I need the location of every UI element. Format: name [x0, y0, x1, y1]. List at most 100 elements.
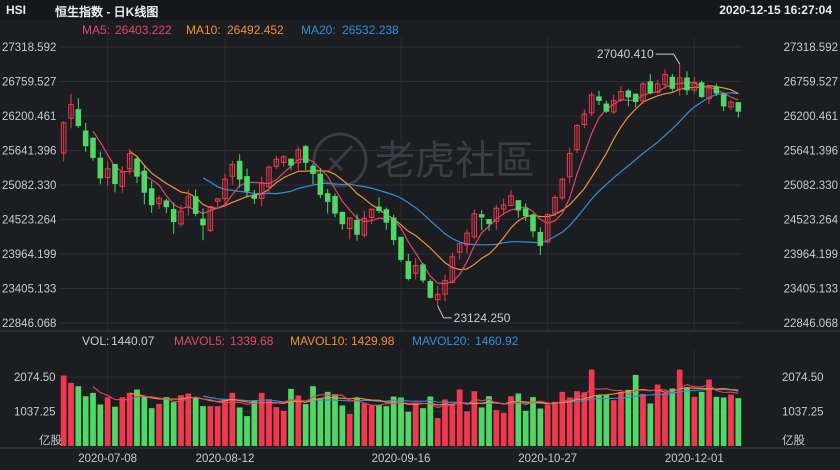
- candle-down: [376, 206, 382, 211]
- volume-bar: [185, 393, 192, 446]
- price-tick-left: 26200.461: [2, 111, 56, 123]
- candle-down: [251, 194, 258, 199]
- volume-bar: [192, 397, 199, 446]
- volume-tick-left: 2074.50: [14, 372, 56, 384]
- volume-bar: [500, 412, 507, 446]
- volume-bar: [596, 395, 602, 446]
- candle-down: [317, 173, 324, 195]
- volume-tick-right: 2074.50: [782, 372, 824, 384]
- candle-down: [354, 219, 360, 235]
- volume-bar: [544, 404, 551, 446]
- volume-bar: [647, 403, 654, 446]
- date-tick: 2020-09-16: [372, 453, 431, 465]
- price-tick-left: 22846.068: [2, 318, 56, 330]
- price-tick-right: 25082.330: [784, 180, 838, 192]
- price-tick-left: 24523.264: [2, 215, 57, 227]
- candle-down: [82, 130, 89, 147]
- vol-value: 1440.07: [111, 334, 155, 348]
- volume-bar: [266, 399, 272, 446]
- volume-bar: [698, 391, 705, 446]
- mavol10-label: MAVOL10:: [290, 334, 348, 348]
- volume-bar: [229, 392, 236, 446]
- volume-bar: [684, 387, 690, 446]
- price-tick-left: 26759.527: [2, 76, 56, 88]
- candle-down: [684, 77, 690, 91]
- candle-down: [383, 209, 390, 223]
- candle-down: [515, 200, 522, 211]
- volume-unit-right: 亿股: [782, 434, 805, 447]
- price-tick-right: 25641.396: [784, 145, 838, 157]
- ma5-value: 26403.222: [115, 23, 172, 37]
- grid: [0, 38, 840, 449]
- date-tick: 2020-12-01: [665, 453, 724, 465]
- price-tick-left: 23964.199: [2, 249, 56, 261]
- candle-down: [236, 160, 243, 180]
- volume-bar: [104, 397, 111, 446]
- price-tick-left: 23405.133: [2, 284, 56, 296]
- candle-down: [244, 176, 250, 192]
- volume-bar: [112, 406, 118, 446]
- volume-bar: [376, 405, 382, 446]
- candle-down: [170, 208, 177, 223]
- candle-down: [141, 170, 148, 193]
- volume-bar: [200, 406, 206, 446]
- candlestick-chart[interactable]: 老虎社區 MA5: 26403.222 MA10: 26492.452 MA20…: [0, 0, 840, 470]
- volume-bar: [420, 408, 426, 446]
- mavol10-value: 1429.98: [351, 334, 395, 348]
- mavol20-value: 1460.92: [475, 334, 519, 348]
- mavol20-label: MAVOL20:: [412, 334, 470, 348]
- volume-bar: [728, 394, 734, 446]
- volume-bar: [317, 398, 324, 446]
- price-tick-left: 25082.330: [2, 180, 56, 192]
- candle-down: [332, 196, 338, 214]
- volume-bar: [640, 393, 646, 446]
- price-tick-right: 23964.199: [784, 249, 838, 261]
- ma5-label: MA5:: [82, 23, 110, 37]
- volume-tick-left: 1037.25: [14, 407, 56, 419]
- date-tick: 2020-08-12: [196, 453, 255, 465]
- volume-bar: [346, 413, 353, 446]
- low-leader-line: [437, 305, 452, 319]
- volume-bar: [522, 410, 529, 446]
- volume-bar: [713, 396, 720, 446]
- volume-bar: [456, 389, 463, 446]
- high-annotation: 27040.410: [597, 47, 681, 65]
- volume-bar: [618, 391, 624, 446]
- candle-down: [390, 217, 397, 241]
- price-tick-right: 26200.461: [784, 111, 838, 123]
- volume-bar: [339, 405, 346, 446]
- volume-bar: [405, 411, 412, 446]
- candle-down: [647, 81, 654, 94]
- candle-down: [75, 109, 82, 127]
- vol-label: VOL:: [82, 334, 109, 348]
- date-tick: 2020-07-08: [78, 453, 137, 465]
- volume-bar: [90, 392, 96, 446]
- volume-bar: [449, 404, 456, 446]
- candle-down: [339, 211, 346, 225]
- volume-bar: [588, 369, 595, 446]
- ma20-value: 26532.238: [342, 23, 399, 37]
- candle-down: [537, 232, 544, 246]
- volume-bar: [236, 407, 243, 446]
- volume-bar: [720, 397, 727, 446]
- mavol5-value: 1339.68: [230, 334, 274, 348]
- volume-bar: [493, 410, 500, 446]
- volume-bar: [163, 397, 170, 446]
- volume-bar: [530, 397, 536, 446]
- candle-down: [713, 86, 720, 94]
- candle-down: [698, 82, 705, 97]
- price-legend: MA5: 26403.222 MA10: 26492.452 MA20: 265…: [82, 23, 399, 37]
- high-leader-line: [655, 53, 681, 65]
- volume-bar: [478, 407, 485, 446]
- volume-bar: [126, 392, 133, 446]
- price-tick-left: 25641.396: [2, 145, 56, 157]
- volume-bar: [552, 401, 558, 446]
- mavol5-label: MAVOL5:: [174, 334, 225, 348]
- volume-bar: [170, 402, 177, 446]
- candle-down: [192, 196, 199, 214]
- candle-down: [720, 94, 727, 107]
- volume-bar: [222, 399, 228, 446]
- low-annotation: 23124.250: [437, 305, 511, 325]
- volume-bar: [258, 392, 265, 446]
- candle-down: [112, 163, 118, 185]
